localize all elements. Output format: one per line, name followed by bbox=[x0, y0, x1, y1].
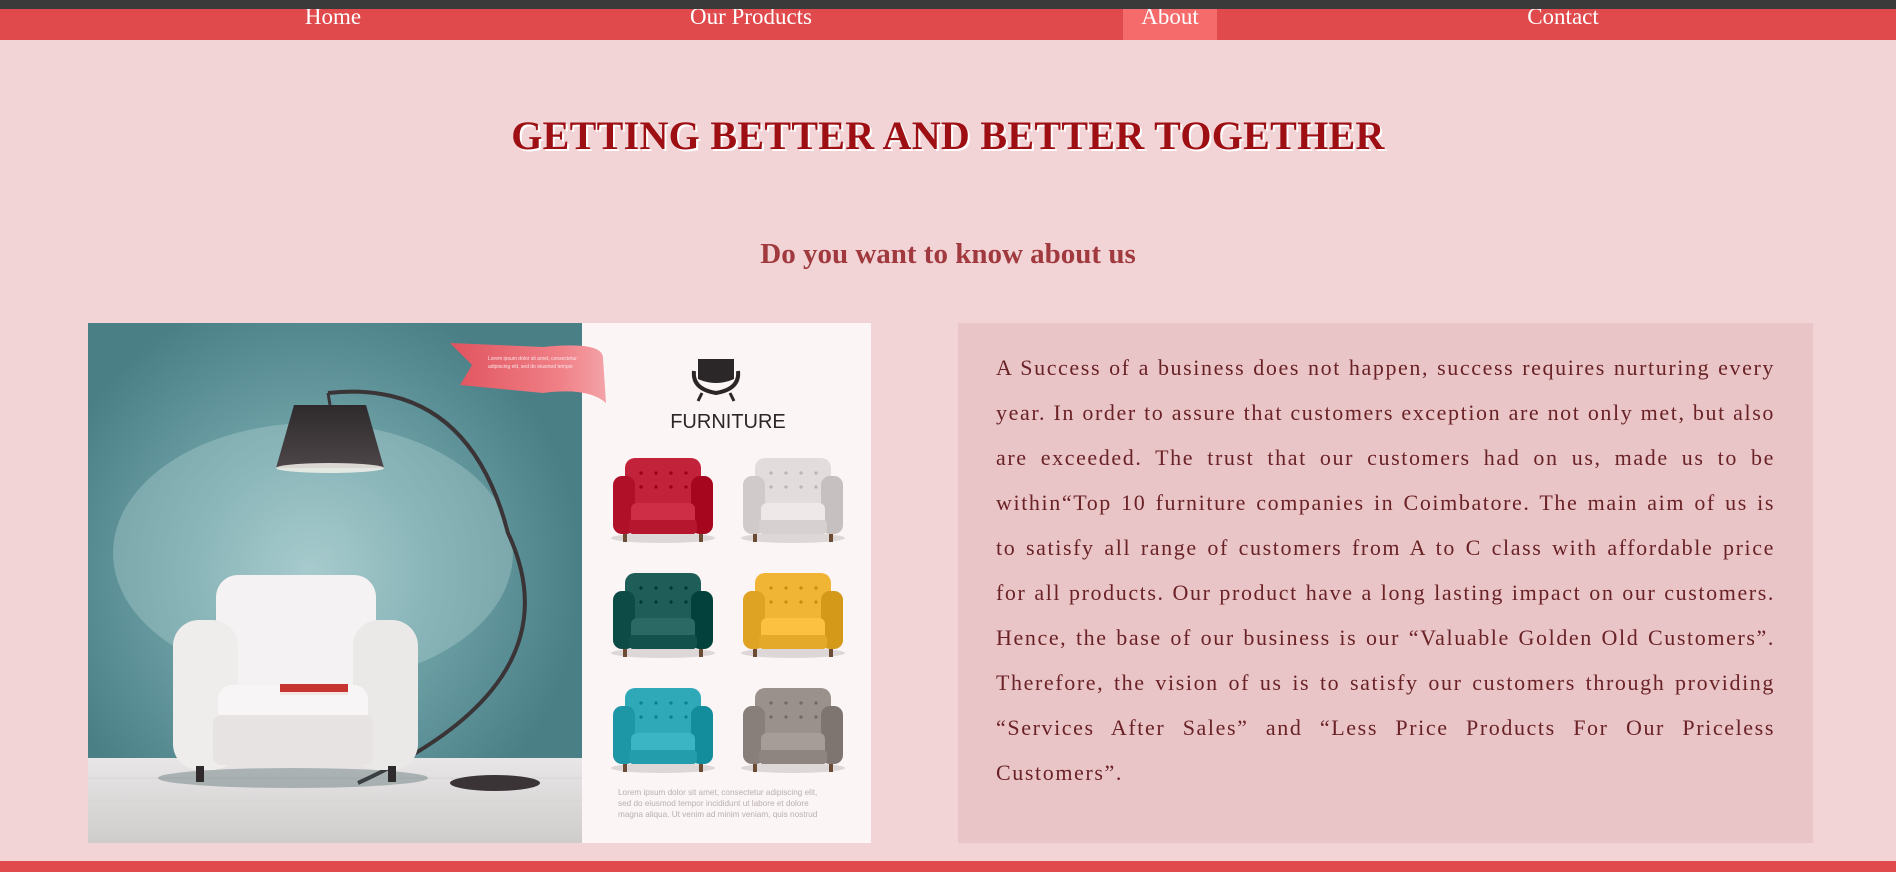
furniture-brand-label: FURNITURE bbox=[670, 411, 786, 433]
catalog-chair bbox=[611, 688, 715, 773]
nav-about-link[interactable]: About bbox=[1123, 9, 1217, 40]
catalog-chair bbox=[741, 573, 845, 658]
furniture-illustration: Lorem ipsum dolor sit amet, consectetur … bbox=[88, 323, 871, 843]
main-navbar: Home Our Products About Contact bbox=[0, 9, 1896, 40]
armchair-logo-icon bbox=[691, 359, 741, 402]
catalog-chair bbox=[611, 458, 715, 543]
page-title: GETTING BETTER AND BETTER TOGETHER bbox=[511, 113, 1385, 158]
svg-text:adipiscing elit, sed do eiusmo: adipiscing elit, sed do eiusmod tempor bbox=[488, 364, 573, 370]
catalog-caption: Lorem ipsum dolor sit amet, consectetur … bbox=[618, 788, 818, 819]
nav-our-products-link[interactable]: Our Products bbox=[670, 9, 832, 40]
svg-text:Lorem ipsum dolor sit amet, co: Lorem ipsum dolor sit amet, consectetur … bbox=[618, 788, 817, 797]
footer-strip bbox=[0, 861, 1896, 872]
svg-text:magna aliqua. Ut venim ad mini: magna aliqua. Ut venim ad minim veniam, … bbox=[618, 810, 818, 819]
svg-text:sed do eiusmod tempor incididu: sed do eiusmod tempor incididunt ut labo… bbox=[618, 799, 809, 808]
nav-contact-link[interactable]: Contact bbox=[1486, 9, 1640, 40]
svg-text:Lorem ipsum dolor sit amet, co: Lorem ipsum dolor sit amet, consectetur bbox=[488, 356, 577, 362]
top-strip bbox=[0, 0, 1896, 9]
catalog-chair bbox=[741, 458, 845, 543]
lamp-shade bbox=[276, 405, 384, 468]
lamp-base bbox=[450, 775, 540, 791]
about-paragraph: A Success of a business does not happen,… bbox=[996, 355, 1775, 785]
section-subtitle: Do you want to know about us bbox=[760, 238, 1136, 270]
nav-home-link[interactable]: Home bbox=[250, 9, 416, 40]
catalog-chair bbox=[741, 688, 845, 773]
catalog-chair bbox=[611, 573, 715, 658]
about-text-panel: A Success of a business does not happen,… bbox=[958, 323, 1813, 843]
furniture-showcase-image: Lorem ipsum dolor sit amet, consectetur … bbox=[88, 323, 871, 843]
